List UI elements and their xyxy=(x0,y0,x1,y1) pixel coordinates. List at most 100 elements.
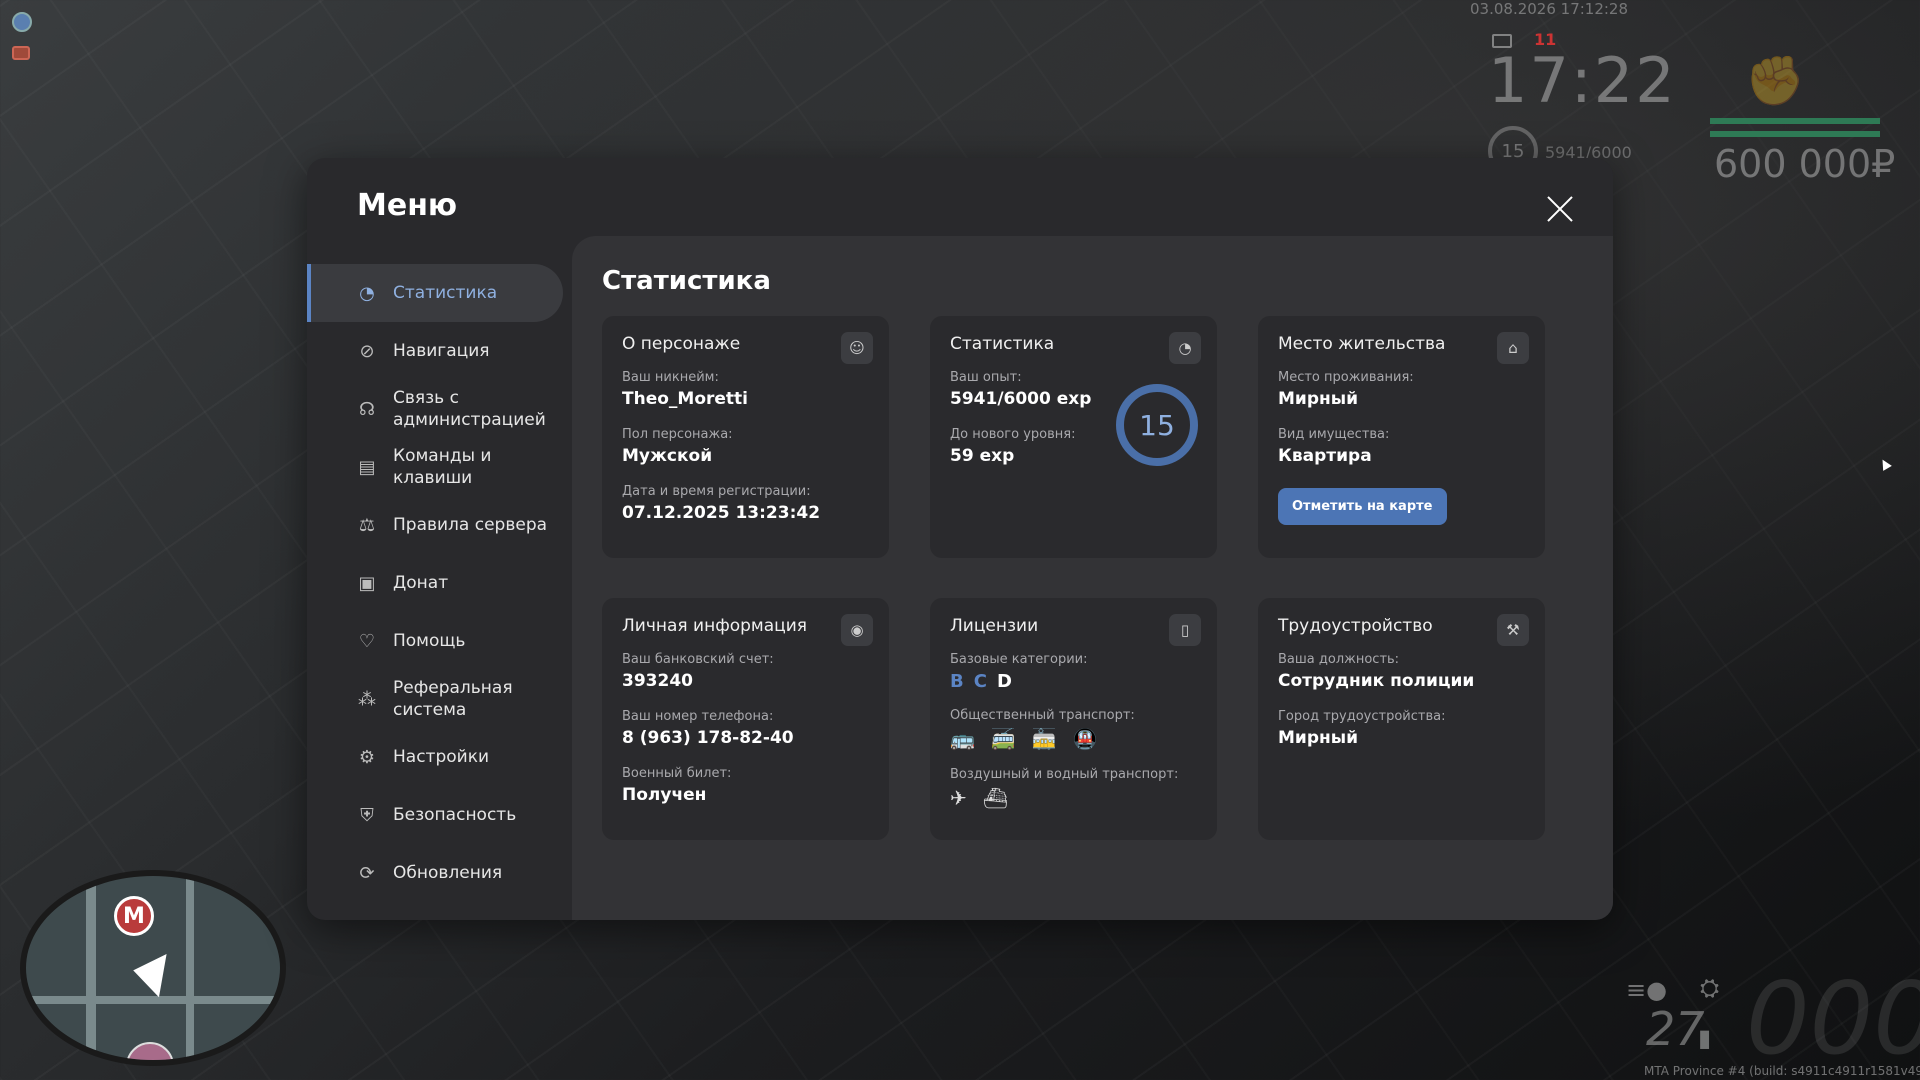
close-button[interactable] xyxy=(1545,194,1575,224)
bus-icon: 🚌 xyxy=(950,727,975,751)
network-icon: ⁂ xyxy=(358,688,376,710)
map-road xyxy=(26,996,280,1004)
card-title: Личная информация xyxy=(622,616,808,636)
sidebar-item-admin-contact[interactable]: ☊ Связь с администрацией xyxy=(307,380,563,438)
minimap: M xyxy=(20,870,286,1066)
headset-icon: ☊ xyxy=(359,398,375,420)
character-card: О персонаже ☺ Ваш никнейм: Theo_Moretti … xyxy=(602,316,889,558)
air-water-label: Воздушный и водный транспорт: xyxy=(950,767,1179,782)
job-city-label: Город трудоустройства: xyxy=(1278,709,1446,724)
sidebar-item-label: Реферальная система xyxy=(393,678,513,720)
reg-label: Дата и время регистрации: xyxy=(622,484,811,499)
build-info: MTA Province #4 (build: s4911c4911r1581v… xyxy=(1644,1064,1920,1078)
sidebar-item-commands[interactable]: ▤ Команды и клавиши xyxy=(307,438,563,496)
air-water-icons: ✈ ⛴ xyxy=(950,786,1197,810)
fist-icon: ✊ xyxy=(1745,53,1805,109)
personal-info-card: Личная информация ◉ Ваш банковский счет:… xyxy=(602,598,889,840)
stats-card: Статистика ◔ Ваш опыт: 5941/6000 exp До … xyxy=(930,316,1217,558)
bank-label: Ваш банковский счет: xyxy=(622,652,774,667)
voice-icon xyxy=(12,12,32,32)
metro-train-icon: 🚇 xyxy=(1072,727,1098,751)
engine-icon: ⛭ xyxy=(1700,974,1720,1002)
document-icon: ▤ xyxy=(358,456,376,478)
menu-window: Меню ◔ Статистика ⊘ Навигация ☊ Связь с … xyxy=(307,158,1613,920)
sidebar-item-navigation[interactable]: ⊘ Навигация xyxy=(307,322,563,380)
sidebar-item-label: Настройки xyxy=(393,747,490,767)
sidebar-item-help[interactable]: ♡ Помощь xyxy=(307,612,563,670)
card-title: Место жительства xyxy=(1278,334,1446,354)
content-panel: Статистика О персонаже ☺ Ваш никнейм: Th… xyxy=(572,236,1613,920)
level-ring: 15 xyxy=(1116,384,1198,466)
position-label: Ваша должность: xyxy=(1278,652,1400,667)
license-icon: ▯ xyxy=(1169,614,1201,646)
hud-money: 600 000₽ xyxy=(1714,142,1896,186)
health-bar xyxy=(1710,118,1880,124)
sidebar-item-referral[interactable]: ⁂ Реферальная система xyxy=(307,670,563,728)
menu-title: Меню xyxy=(357,188,458,223)
sidebar-item-settings[interactable]: ⚙ Настройки xyxy=(307,728,563,786)
category-d: D xyxy=(996,671,1012,692)
map-road xyxy=(86,876,96,1060)
sidebar-item-label: Статистика xyxy=(393,283,498,303)
sidebar-item-label: Связь с администрацией xyxy=(393,388,546,430)
headlight-icon: ≡● xyxy=(1626,976,1668,1004)
phone-label: Ваш номер телефона: xyxy=(622,709,774,724)
sidebar-item-updates[interactable]: ⟳ Обновления xyxy=(307,844,563,902)
sidebar-item-rules[interactable]: ⚖ Правила сервера xyxy=(307,496,563,554)
sidebar-item-label: Помощь xyxy=(393,631,466,651)
handshake-icon: ♡ xyxy=(358,630,376,652)
public-transport-icons: 🚌 🚎 🚋 🚇 xyxy=(950,727,1197,751)
card-title: Трудоустройство xyxy=(1278,616,1433,636)
tram-icon: 🚋 xyxy=(1031,727,1057,751)
hud-fuel: 27 xyxy=(1646,1002,1705,1056)
hud-datetime: 03.08.2026 17:12:28 xyxy=(1470,0,1629,18)
armor-bar xyxy=(1710,131,1880,137)
map-road xyxy=(186,876,194,1060)
sidebar-item-label: Навигация xyxy=(393,341,490,361)
sidebar-item-label: Правила сервера xyxy=(393,515,548,535)
card-title: Статистика xyxy=(950,334,1055,354)
hud-clock: 17:22 xyxy=(1488,44,1677,117)
sidebar-item-label: Команды и клавиши xyxy=(393,446,492,488)
property-label: Вид имущества: xyxy=(1278,427,1390,442)
reg-value: 07.12.2025 13:23:42 xyxy=(622,503,821,523)
license-categories: B C D xyxy=(950,671,1197,692)
military-label: Военный билет: xyxy=(622,766,732,781)
place-label: Место проживания: xyxy=(1278,370,1414,385)
employment-card: Трудоустройство ⚒ Ваша должность: Сотруд… xyxy=(1258,598,1545,840)
hud-speed: 000 xyxy=(1746,960,1920,1077)
refresh-icon: ⟳ xyxy=(359,862,375,884)
category-b: B xyxy=(950,671,964,692)
content-title: Статистика xyxy=(602,266,771,296)
gear-icon: ⚙ xyxy=(358,746,376,768)
base-categories-label: Базовые категории: xyxy=(950,652,1088,667)
radio-icon xyxy=(12,46,30,60)
fuel-icon: ▮ xyxy=(1698,1024,1712,1052)
shield-icon: ⛨ xyxy=(360,804,374,826)
phone-value: 8 (963) 178-82-40 xyxy=(622,728,794,748)
mark-on-map-button[interactable]: Отметить на карте xyxy=(1278,488,1447,525)
nick-value: Theo_Moretti xyxy=(622,389,748,409)
sidebar-item-security[interactable]: ⛨ Безопасность xyxy=(307,786,563,844)
sidebar-item-donate[interactable]: ▣ Донат xyxy=(307,554,563,612)
licenses-card: Лицензии ▯ Базовые категории: B C D Обще… xyxy=(930,598,1217,840)
residence-card: Место жительства ⌂ Место проживания: Мир… xyxy=(1258,316,1545,558)
player-avatar xyxy=(126,1042,174,1060)
sidebar-item-statistics[interactable]: ◔ Статистика xyxy=(307,264,563,322)
card-title: О персонаже xyxy=(622,334,741,354)
sidebar-item-label: Безопасность xyxy=(393,805,517,825)
category-c: C xyxy=(973,671,987,692)
compass-icon: ⊘ xyxy=(359,340,375,362)
job-city-value: Мирный xyxy=(1278,728,1359,748)
place-value: Мирный xyxy=(1278,389,1359,409)
metro-icon: M xyxy=(114,896,154,936)
bank-value: 393240 xyxy=(622,671,693,691)
user-circle-icon: ◉ xyxy=(841,614,873,646)
gender-value: Мужской xyxy=(622,446,713,466)
hud-top-left xyxy=(12,12,32,74)
position-value: Сотрудник полиции xyxy=(1278,671,1475,691)
sidebar: ◔ Статистика ⊘ Навигация ☊ Связь с админ… xyxy=(307,264,563,902)
plane-icon: ✈ xyxy=(950,786,967,810)
public-transport-label: Общественный транспорт: xyxy=(950,708,1135,723)
sidebar-item-label: Обновления xyxy=(393,863,503,883)
